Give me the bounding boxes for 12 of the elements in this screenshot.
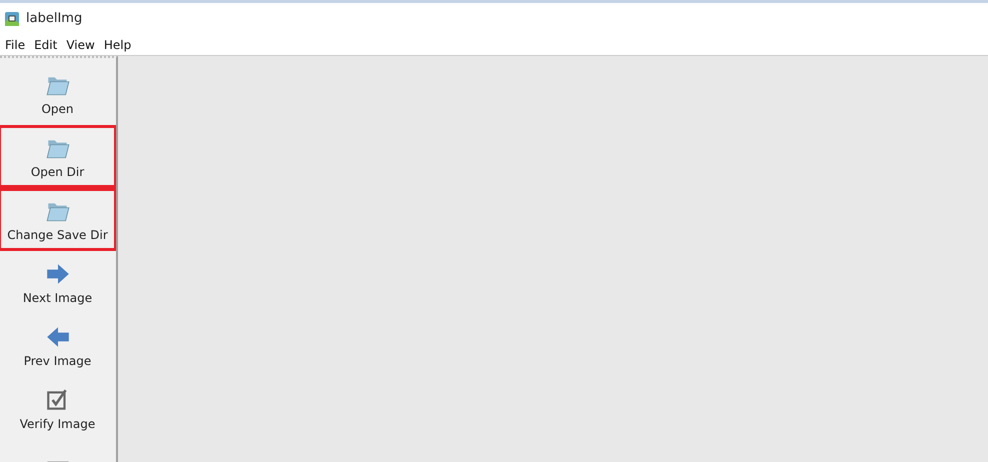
toolbar-button[interactable]: Verify Image [0,377,116,440]
toolbar-button[interactable]: Open [0,62,116,125]
toolbar-button[interactable]: Open Dir [0,125,116,188]
window-title: labelImg [26,11,82,26]
toolbar-button[interactable]: Prev Image [0,314,116,377]
toolbar-button[interactable]: Change Save Dir [0,188,116,251]
menu-item[interactable]: View [63,38,101,52]
app-icon [4,10,20,26]
toolbar-button[interactable]: Next Image [0,251,116,314]
menu-item[interactable]: Edit [31,38,64,52]
menu-item[interactable]: File [2,38,32,52]
menu-item[interactable]: Help [100,38,138,52]
